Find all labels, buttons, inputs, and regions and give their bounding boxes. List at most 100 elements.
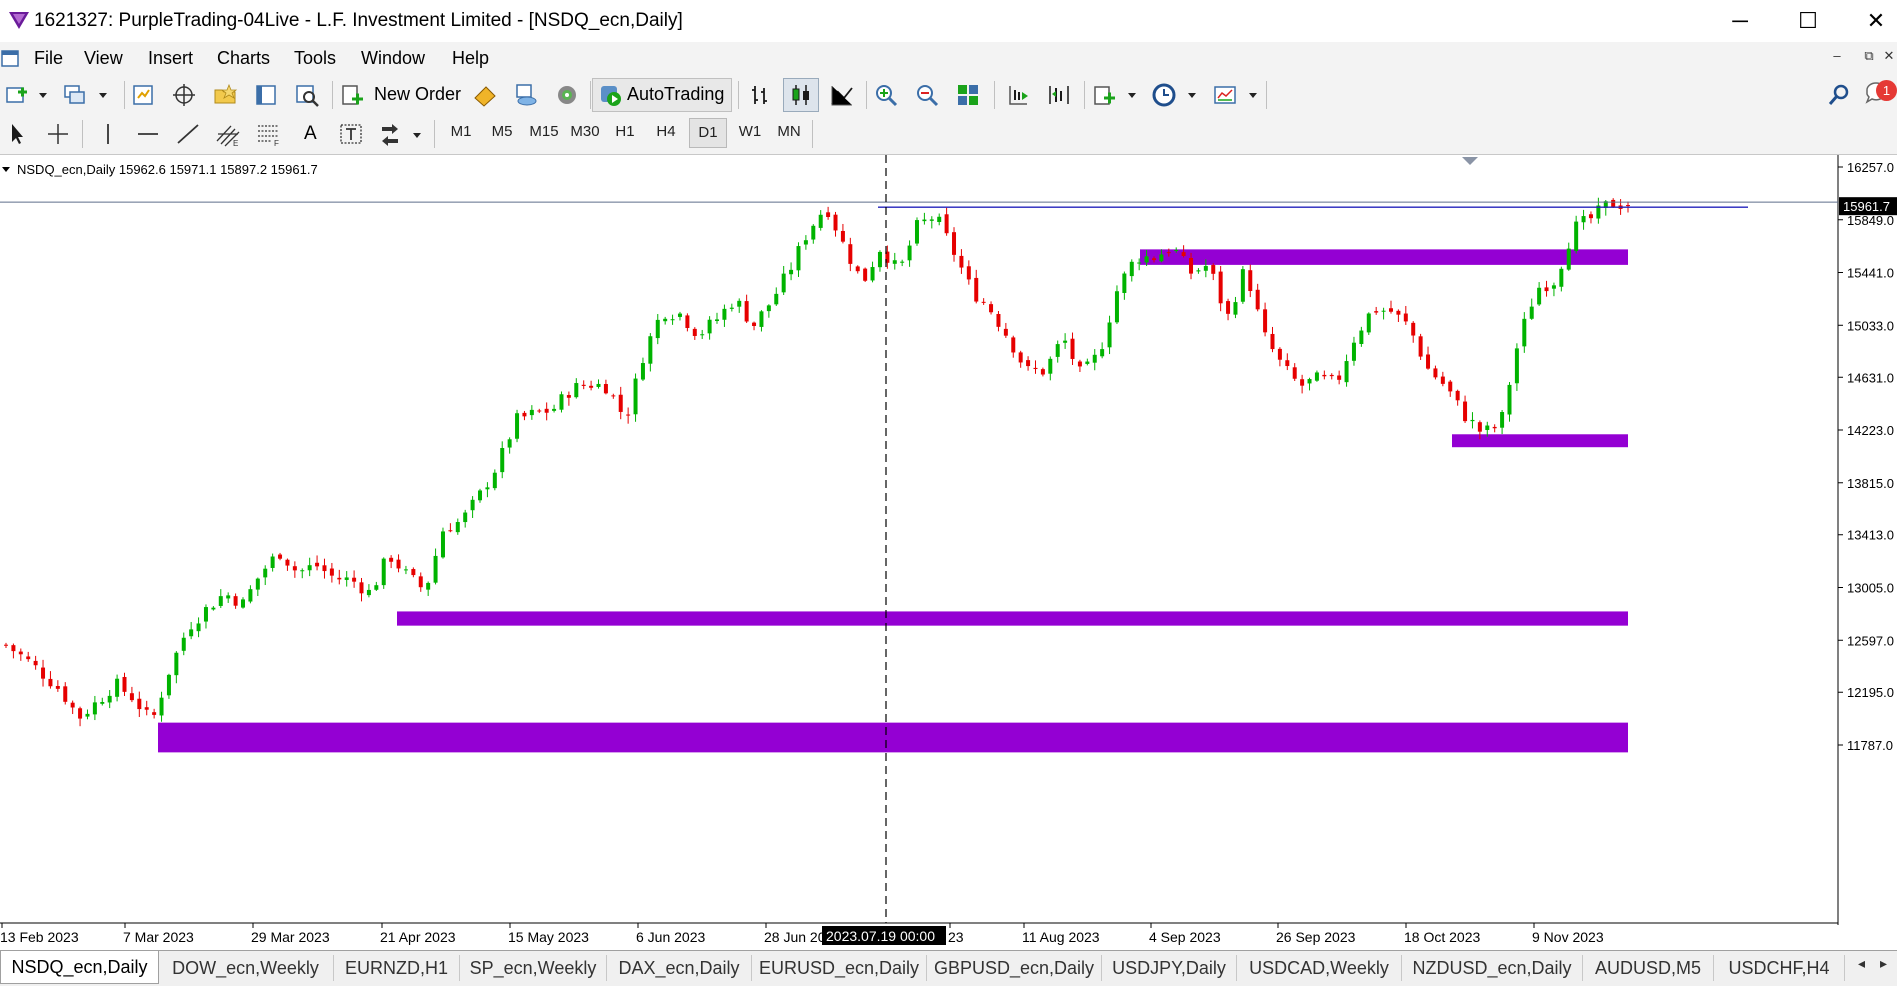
dropdown-arrow-icon[interactable] xyxy=(1187,92,1197,100)
menu-window[interactable]: Window xyxy=(361,48,425,69)
tile-windows-icon[interactable] xyxy=(955,82,981,108)
text-label-icon[interactable] xyxy=(338,121,364,147)
timeframe-m15[interactable]: M15 xyxy=(525,123,563,140)
mdi-minimize-button[interactable]: – xyxy=(1826,48,1848,63)
bear-candle xyxy=(944,214,949,234)
tabs-scroll-right-icon[interactable]: ▸ xyxy=(1880,955,1887,972)
vertical-line-icon[interactable] xyxy=(95,121,121,147)
bull-candle xyxy=(1500,412,1505,428)
new-order-button[interactable]: New Order xyxy=(374,84,461,105)
menu-file[interactable]: File xyxy=(34,48,63,69)
chart-tab-eurusd-daily[interactable]: EURUSD_ecn,Daily xyxy=(752,955,927,981)
menu-tools[interactable]: Tools xyxy=(294,48,336,69)
chart-tab-eurnzd-h1[interactable]: EURNZD,H1 xyxy=(334,955,460,981)
auto-scroll-icon[interactable] xyxy=(1046,82,1072,108)
bear-candle xyxy=(1477,422,1482,432)
bull-candle xyxy=(722,308,727,320)
equidistant-channel-icon[interactable]: E xyxy=(215,121,241,147)
bear-candle xyxy=(1003,328,1008,336)
menu-charts[interactable]: Charts xyxy=(217,48,270,69)
timeframe-m5[interactable]: M5 xyxy=(484,123,520,140)
bear-candle xyxy=(129,693,134,701)
chart-tab-dow-weekly[interactable]: DOW_ecn,Weekly xyxy=(158,955,334,981)
tabs-scroll-left-icon[interactable]: ◂ xyxy=(1858,955,1865,972)
market-watch-icon[interactable] xyxy=(130,82,156,108)
chart-tab-sp-weekly[interactable]: SP_ecn,Weekly xyxy=(460,955,607,981)
dropdown-arrow-icon[interactable] xyxy=(1248,92,1258,100)
strategy-tester-icon[interactable] xyxy=(294,82,320,108)
chart-shift-icon[interactable] xyxy=(1005,82,1031,108)
mdi-close-button[interactable]: ✕ xyxy=(1878,48,1897,64)
trendline-icon[interactable] xyxy=(175,121,201,147)
timeframe-h4[interactable]: H4 xyxy=(648,123,684,140)
minimize-button[interactable]: ─ xyxy=(1720,6,1760,36)
chart-window-icon[interactable] xyxy=(0,48,22,70)
periods-clock-icon[interactable] xyxy=(1151,82,1177,108)
dropdown-arrow-icon[interactable] xyxy=(38,92,48,100)
signals-icon[interactable] xyxy=(513,82,539,108)
arrows-icon[interactable] xyxy=(378,121,404,147)
horizontal-line-icon[interactable] xyxy=(135,121,161,147)
templates-icon[interactable] xyxy=(1212,82,1238,108)
bear-candle xyxy=(285,559,290,566)
bull-candle xyxy=(1366,313,1371,333)
line-chart-icon[interactable] xyxy=(829,82,855,108)
timeframe-h1[interactable]: H1 xyxy=(607,123,643,140)
crosshair-navigator-icon[interactable] xyxy=(171,82,197,108)
metaeditor-icon[interactable] xyxy=(472,82,498,108)
text-tool-button[interactable]: A xyxy=(304,123,317,145)
bull-candle xyxy=(485,487,490,490)
terminal-icon[interactable] xyxy=(253,82,279,108)
timeframe-w1[interactable]: W1 xyxy=(732,123,768,140)
new-order-icon[interactable] xyxy=(340,82,366,108)
chart-tab-audusd-m5[interactable]: AUDUSD,M5 xyxy=(1583,955,1714,981)
bear-candle xyxy=(1611,199,1616,207)
bull-candle xyxy=(929,219,934,221)
menu-view[interactable]: View xyxy=(84,48,123,69)
cursor-icon[interactable] xyxy=(4,121,30,147)
bull-candle xyxy=(507,439,512,448)
dropdown-arrow-icon[interactable] xyxy=(1127,92,1137,100)
chart-tab-usdchf-h4[interactable]: USDCHF,H4 xyxy=(1714,955,1845,981)
dropdown-arrow-icon[interactable] xyxy=(98,92,108,100)
navigator-folder-icon[interactable] xyxy=(212,82,238,108)
new-chart-icon[interactable] xyxy=(4,82,30,108)
indicators-list-icon[interactable] xyxy=(1092,82,1118,108)
chart-tab-gbpusd-daily[interactable]: GBPUSD_ecn,Daily xyxy=(927,955,1102,981)
timeframe-m30[interactable]: M30 xyxy=(566,123,604,140)
zoom-out-icon[interactable] xyxy=(914,82,940,108)
chart-tab-nsdq-daily[interactable]: NSDQ_ecn,Daily xyxy=(0,951,159,984)
autotrading-button[interactable]: AutoTrading xyxy=(592,78,732,112)
close-button[interactable]: ✕ xyxy=(1856,6,1896,36)
svg-text:E: E xyxy=(233,139,238,147)
bear-candle xyxy=(122,676,127,692)
chart-tab-usdjpy-daily[interactable]: USDJPY,Daily xyxy=(1102,955,1237,981)
mdi-restore-button[interactable]: ⧉ xyxy=(1858,48,1880,64)
zone-rectangle xyxy=(397,611,1628,626)
bear-candle xyxy=(411,569,416,576)
menu-insert[interactable]: Insert xyxy=(148,48,193,69)
crosshair-icon[interactable] xyxy=(45,121,71,147)
timeframe-d1[interactable]: D1 xyxy=(689,118,727,148)
market-radar-icon[interactable] xyxy=(554,82,580,108)
dropdown-arrow-icon[interactable] xyxy=(412,132,422,140)
chart-window[interactable]: NSDQ_ecn,Daily 15962.6 15971.1 15897.2 1… xyxy=(0,155,1897,950)
chart-tab-usdcad-weekly[interactable]: USDCAD,Weekly xyxy=(1237,955,1402,981)
timeframe-m1[interactable]: M1 xyxy=(443,123,479,140)
zoom-in-icon[interactable] xyxy=(873,82,899,108)
profiles-icon[interactable] xyxy=(62,82,88,108)
chart-tab-dax-daily[interactable]: DAX_ecn,Daily xyxy=(607,955,752,981)
bull-candle xyxy=(677,313,682,317)
bar-chart-icon[interactable] xyxy=(747,82,773,108)
bull-candle xyxy=(529,409,534,416)
candlestick-chart-button[interactable] xyxy=(783,78,819,112)
search-icon[interactable] xyxy=(1826,82,1852,108)
fibonacci-icon[interactable]: F xyxy=(255,121,281,147)
chart-tab-nzdusd-daily[interactable]: NZDUSD_ecn,Daily xyxy=(1402,955,1583,981)
bear-candle xyxy=(78,708,83,719)
maximize-button[interactable]: ☐ xyxy=(1788,6,1828,36)
price-chart[interactable]: NSDQ_ecn,Daily 15962.6 15971.1 15897.2 1… xyxy=(0,155,1897,950)
timeframe-mn[interactable]: MN xyxy=(771,123,807,140)
bull-candle xyxy=(914,220,919,244)
menu-help[interactable]: Help xyxy=(452,48,489,69)
